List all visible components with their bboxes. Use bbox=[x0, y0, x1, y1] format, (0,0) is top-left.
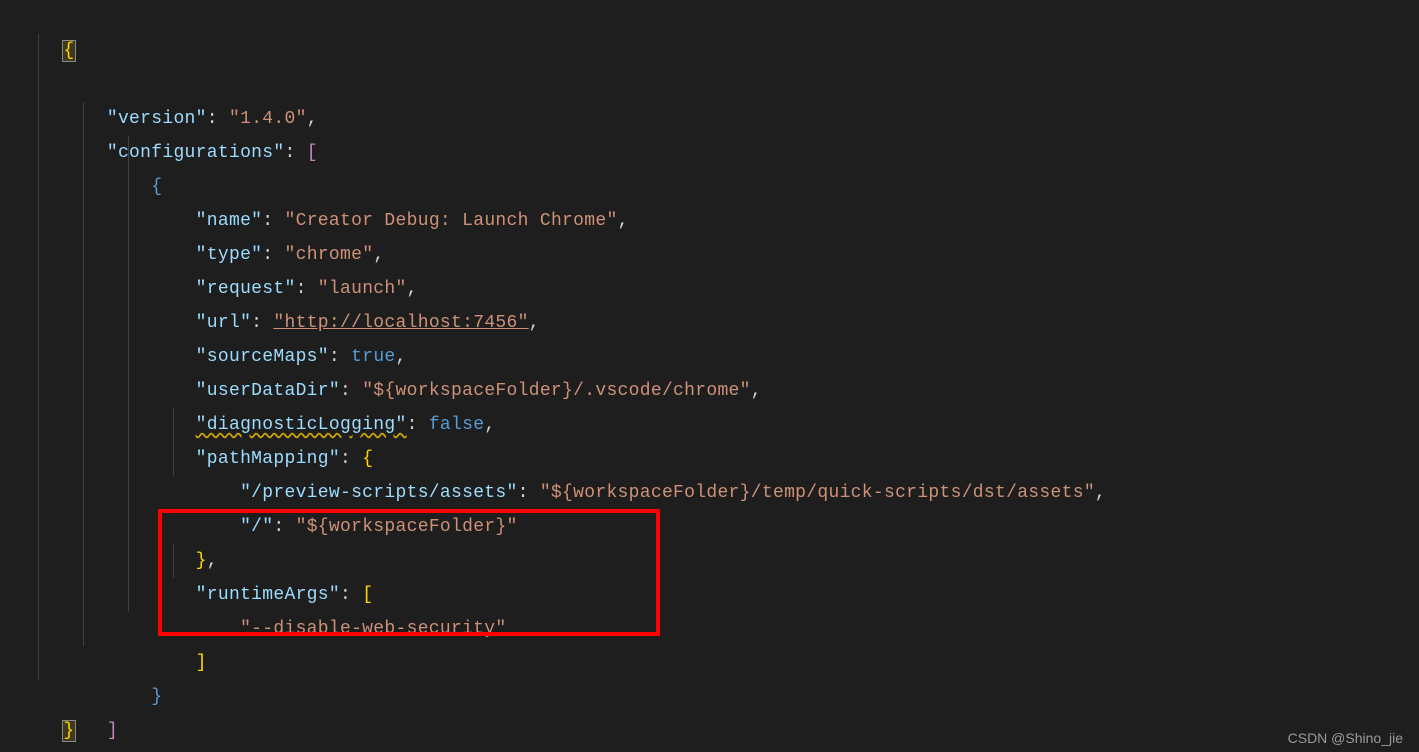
code-line[interactable]: { bbox=[0, 0, 1419, 34]
code-line[interactable]: "/": "${workspaceFolder}" bbox=[0, 442, 1419, 476]
code-line[interactable]: } bbox=[0, 680, 1419, 714]
code-line[interactable]: "configurations": [ bbox=[0, 68, 1419, 102]
json-close-brace: } bbox=[62, 720, 75, 742]
code-line[interactable]: "pathMapping": { bbox=[0, 374, 1419, 408]
code-line[interactable]: ] bbox=[0, 646, 1419, 680]
code-line[interactable]: "sourceMaps": true, bbox=[0, 272, 1419, 306]
code-editor[interactable]: { "version": "1.4.0", "configurations": … bbox=[0, 0, 1419, 752]
code-line[interactable]: "runtimeArgs": [ bbox=[0, 510, 1419, 544]
code-line[interactable]: { bbox=[0, 102, 1419, 136]
code-line[interactable]: "type": "chrome", bbox=[0, 170, 1419, 204]
code-line[interactable]: } bbox=[0, 612, 1419, 646]
code-line[interactable]: "diagnosticLogging": false, bbox=[0, 340, 1419, 374]
code-line[interactable]: "name": "Creator Debug: Launch Chrome", bbox=[0, 136, 1419, 170]
code-line[interactable]: "url": "http://localhost:7456", bbox=[0, 238, 1419, 272]
code-line[interactable]: "request": "launch", bbox=[0, 204, 1419, 238]
code-line[interactable]: "userDataDir": "${workspaceFolder}/.vsco… bbox=[0, 306, 1419, 340]
code-line[interactable]: ] bbox=[0, 578, 1419, 612]
code-line[interactable]: "version": "1.4.0", bbox=[0, 34, 1419, 68]
code-line[interactable]: "--disable-web-security" bbox=[0, 544, 1419, 578]
json-bracket: ] bbox=[107, 721, 118, 741]
watermark-text: CSDN @Shino_jie bbox=[1288, 730, 1403, 746]
code-line[interactable]: }, bbox=[0, 476, 1419, 510]
code-line[interactable]: "/preview-scripts/assets": "${workspaceF… bbox=[0, 408, 1419, 442]
